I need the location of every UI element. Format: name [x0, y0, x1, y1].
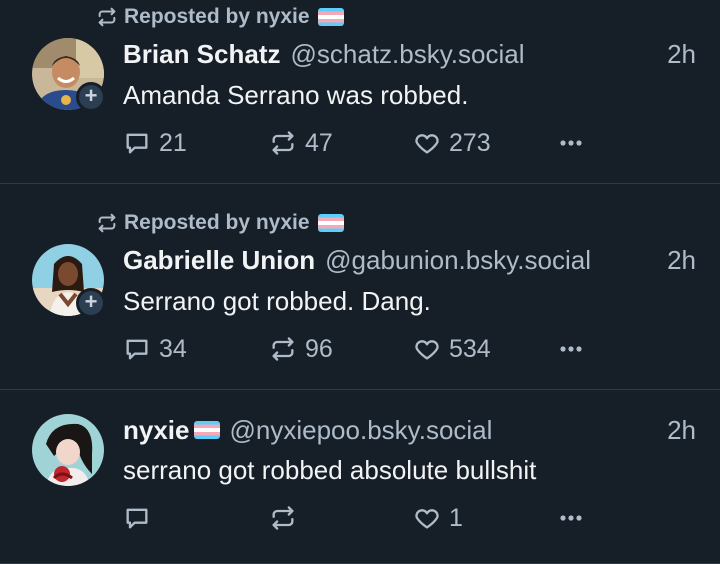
post-text: serrano got robbed absolute bullshit — [123, 455, 537, 485]
plus-icon: + — [84, 83, 98, 108]
post-header: Brian Schatz @schatz.bsky.social 2h — [123, 38, 696, 70]
repost-label: Reposted by nyxie — [124, 5, 310, 28]
repost-indicator[interactable]: Reposted by nyxie — [96, 4, 344, 30]
like-count: 273 — [449, 128, 491, 157]
heart-icon — [415, 509, 439, 529]
repost-button[interactable]: 47 — [269, 127, 333, 159]
reply-icon — [126, 339, 148, 360]
reply-icon — [126, 508, 148, 529]
post-header: Gabrielle Union @gabunion.bsky.social 2h — [123, 244, 696, 276]
timestamp[interactable]: 2h — [667, 415, 696, 446]
transgender-flag-emoji-icon — [317, 214, 344, 232]
repost-button[interactable]: 96 — [269, 333, 333, 365]
post-actions: 21 47 273 — [123, 127, 603, 159]
like-count: 1 — [449, 503, 463, 532]
like-button[interactable]: 273 — [413, 127, 491, 159]
repost-icon — [272, 337, 294, 361]
transgender-flag-emoji-icon — [193, 421, 220, 439]
repost-icon — [272, 131, 294, 155]
timestamp[interactable]: 2h — [667, 245, 696, 276]
avatar[interactable] — [32, 414, 104, 486]
like-count: 534 — [449, 334, 491, 363]
reply-count: 21 — [159, 128, 187, 157]
repost-icon — [98, 7, 116, 27]
heart-icon — [415, 134, 439, 154]
follow-button[interactable]: + — [76, 82, 106, 112]
like-button[interactable]: 534 — [413, 333, 491, 365]
plus-icon: + — [84, 289, 98, 314]
like-button[interactable]: 1 — [413, 502, 463, 534]
repost-count: 96 — [305, 334, 333, 363]
handle[interactable]: @gabunion.bsky.social — [325, 245, 591, 276]
repost-icon — [272, 506, 294, 530]
display-name[interactable]: Brian Schatz — [123, 39, 281, 70]
reply-button[interactable]: 21 — [123, 127, 187, 159]
more-icon — [560, 346, 582, 352]
reply-icon — [126, 133, 148, 154]
handle[interactable]: @schatz.bsky.social — [291, 39, 525, 70]
post-actions: 34 96 534 — [123, 333, 603, 365]
reply-button[interactable] — [123, 502, 159, 534]
feed-post[interactable]: Reposted by nyxie + Gabrielle Union @gab… — [0, 184, 720, 390]
repost-indicator[interactable]: Reposted by nyxie — [96, 210, 344, 236]
display-name[interactable]: nyxie — [123, 415, 190, 446]
display-name[interactable]: Gabrielle Union — [123, 245, 315, 276]
transgender-flag-emoji-icon — [317, 8, 344, 26]
post-text: Amanda Serrano was robbed. — [123, 80, 469, 110]
feed-post[interactable]: nyxie @nyxiepoo.bsky.social 2h serrano g… — [0, 390, 720, 564]
handle[interactable]: @nyxiepoo.bsky.social — [230, 415, 493, 446]
avatar-image — [32, 414, 104, 486]
post-text: Serrano got robbed. Dang. — [123, 286, 431, 316]
repost-icon — [98, 213, 116, 233]
more-options-button[interactable] — [557, 333, 585, 365]
more-options-button[interactable] — [557, 502, 585, 534]
post-actions: 1 — [123, 502, 603, 534]
reply-button[interactable]: 34 — [123, 333, 187, 365]
follow-button[interactable]: + — [76, 288, 106, 318]
repost-button[interactable] — [269, 502, 305, 534]
more-options-button[interactable] — [557, 127, 585, 159]
timestamp[interactable]: 2h — [667, 39, 696, 70]
post-header: nyxie @nyxiepoo.bsky.social 2h — [123, 414, 696, 446]
more-icon — [560, 515, 582, 521]
repost-count: 47 — [305, 128, 333, 157]
more-icon — [560, 140, 582, 146]
repost-label: Reposted by nyxie — [124, 211, 310, 234]
heart-icon — [415, 340, 439, 360]
reply-count: 34 — [159, 334, 187, 363]
feed-post[interactable]: Reposted by nyxie + Brian Schatz @schatz… — [0, 0, 720, 184]
